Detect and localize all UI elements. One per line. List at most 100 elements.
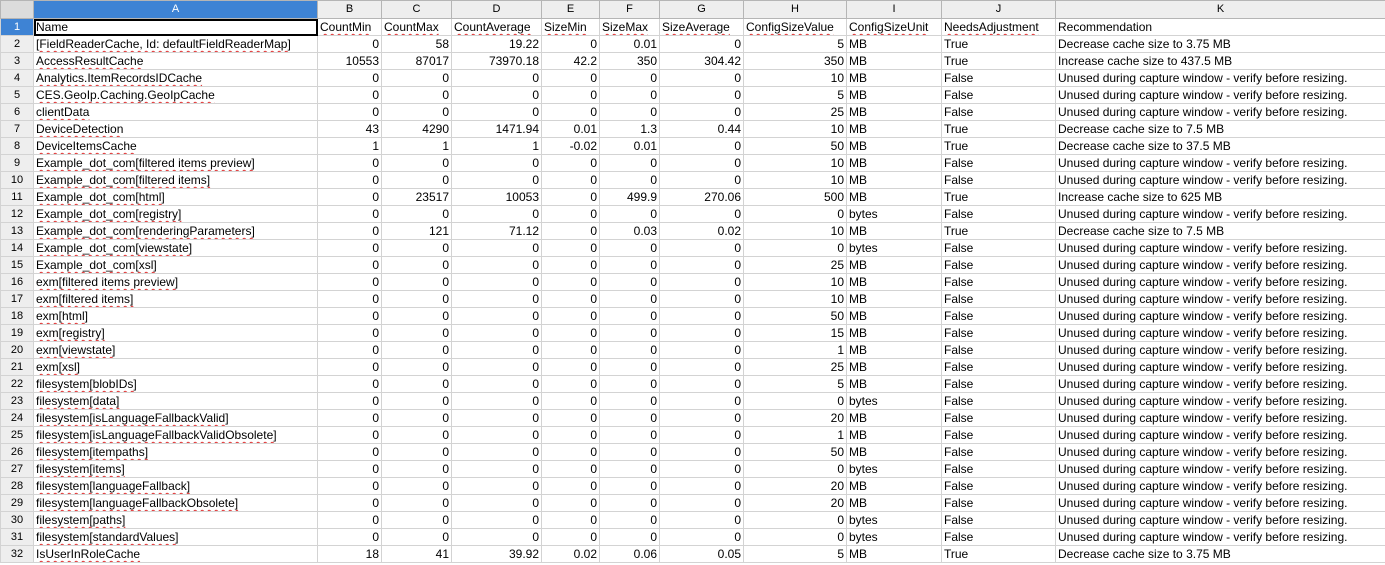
column-header-e[interactable]: E [541,0,600,19]
cell-h12[interactable]: 0 [743,205,847,223]
column-header-h[interactable]: H [743,0,847,19]
cell-a9[interactable]: Example_dot_com[filtered items preview] [33,154,318,172]
row-header-3[interactable]: 3 [0,52,34,70]
cell-f18[interactable]: 0 [599,307,660,325]
cell-i15[interactable]: MB [846,256,942,274]
cell-c16[interactable]: 0 [381,273,452,291]
cell-i17[interactable]: MB [846,290,942,308]
cell-c5[interactable]: 0 [381,86,452,104]
cell-i13[interactable]: MB [846,222,942,240]
cell-g1[interactable]: SizeAverage [659,18,744,36]
cell-k1[interactable]: Recommendation [1055,18,1385,36]
cell-d23[interactable]: 0 [451,392,542,410]
cell-d21[interactable]: 0 [451,358,542,376]
cell-h19[interactable]: 15 [743,324,847,342]
cell-f9[interactable]: 0 [599,154,660,172]
cell-f23[interactable]: 0 [599,392,660,410]
cell-i6[interactable]: MB [846,103,942,121]
cell-b15[interactable]: 0 [317,256,382,274]
cell-g8[interactable]: 0 [659,137,744,155]
cell-f12[interactable]: 0 [599,205,660,223]
cell-b16[interactable]: 0 [317,273,382,291]
cell-d31[interactable]: 0 [451,528,542,546]
row-header-10[interactable]: 10 [0,171,34,189]
cell-j12[interactable]: False [941,205,1056,223]
cell-h17[interactable]: 10 [743,290,847,308]
cell-b23[interactable]: 0 [317,392,382,410]
cell-d10[interactable]: 0 [451,171,542,189]
cell-f7[interactable]: 1.3 [599,120,660,138]
cell-a14[interactable]: Example_dot_com[viewstate] [33,239,318,257]
cell-e15[interactable]: 0 [541,256,600,274]
cell-c30[interactable]: 0 [381,511,452,529]
cell-i31[interactable]: bytes [846,528,942,546]
cell-a22[interactable]: filesystem[blobIDs] [33,375,318,393]
cell-k31[interactable]: Unused during capture window - verify be… [1055,528,1385,546]
cell-e23[interactable]: 0 [541,392,600,410]
cell-k29[interactable]: Unused during capture window - verify be… [1055,494,1385,512]
cell-e1[interactable]: SizeMin [541,18,600,36]
cell-h27[interactable]: 0 [743,460,847,478]
cell-f14[interactable]: 0 [599,239,660,257]
cell-e13[interactable]: 0 [541,222,600,240]
cell-b32[interactable]: 18 [317,545,382,563]
cell-a31[interactable]: filesystem[standardValues] [33,528,318,546]
cell-d8[interactable]: 1 [451,137,542,155]
cell-d32[interactable]: 39.92 [451,545,542,563]
cell-a25[interactable]: filesystem[isLanguageFallbackValidObsole… [33,426,318,444]
cell-c28[interactable]: 0 [381,477,452,495]
cell-b17[interactable]: 0 [317,290,382,308]
cell-e19[interactable]: 0 [541,324,600,342]
cell-k23[interactable]: Unused during capture window - verify be… [1055,392,1385,410]
cell-a4[interactable]: Analytics.ItemRecordsIDCache [33,69,318,87]
cell-a15[interactable]: Example_dot_com[xsl] [33,256,318,274]
row-header-30[interactable]: 30 [0,511,34,529]
cell-i32[interactable]: MB [846,545,942,563]
cell-a21[interactable]: exm[xsl] [33,358,318,376]
cell-d13[interactable]: 71.12 [451,222,542,240]
cell-j29[interactable]: False [941,494,1056,512]
cell-k24[interactable]: Unused during capture window - verify be… [1055,409,1385,427]
cell-e17[interactable]: 0 [541,290,600,308]
cell-b25[interactable]: 0 [317,426,382,444]
cell-i23[interactable]: bytes [846,392,942,410]
cell-f13[interactable]: 0.03 [599,222,660,240]
cell-h2[interactable]: 5 [743,35,847,53]
cell-g5[interactable]: 0 [659,86,744,104]
cell-i27[interactable]: bytes [846,460,942,478]
cell-g6[interactable]: 0 [659,103,744,121]
cell-e7[interactable]: 0.01 [541,120,600,138]
cell-j2[interactable]: True [941,35,1056,53]
cell-a18[interactable]: exm[html] [33,307,318,325]
cell-c20[interactable]: 0 [381,341,452,359]
cell-b7[interactable]: 43 [317,120,382,138]
column-header-j[interactable]: J [941,0,1056,19]
cell-a13[interactable]: Example_dot_com[renderingParameters] [33,222,318,240]
cell-f32[interactable]: 0.06 [599,545,660,563]
cell-g13[interactable]: 0.02 [659,222,744,240]
cell-e14[interactable]: 0 [541,239,600,257]
row-header-9[interactable]: 9 [0,154,34,172]
cell-b6[interactable]: 0 [317,103,382,121]
row-header-12[interactable]: 12 [0,205,34,223]
cell-a28[interactable]: filesystem[languageFallback] [33,477,318,495]
cell-c7[interactable]: 4290 [381,120,452,138]
cell-b28[interactable]: 0 [317,477,382,495]
cell-h24[interactable]: 20 [743,409,847,427]
cell-d18[interactable]: 0 [451,307,542,325]
cell-c11[interactable]: 23517 [381,188,452,206]
cell-j27[interactable]: False [941,460,1056,478]
cell-h32[interactable]: 5 [743,545,847,563]
column-header-k[interactable]: K [1055,0,1385,19]
cell-f28[interactable]: 0 [599,477,660,495]
cell-d27[interactable]: 0 [451,460,542,478]
row-header-7[interactable]: 7 [0,120,34,138]
cell-k19[interactable]: Unused during capture window - verify be… [1055,324,1385,342]
cell-a30[interactable]: filesystem[paths] [33,511,318,529]
cell-b1[interactable]: CountMin [317,18,382,36]
cell-d9[interactable]: 0 [451,154,542,172]
cell-c13[interactable]: 121 [381,222,452,240]
cell-e12[interactable]: 0 [541,205,600,223]
cell-h10[interactable]: 10 [743,171,847,189]
cell-h22[interactable]: 5 [743,375,847,393]
